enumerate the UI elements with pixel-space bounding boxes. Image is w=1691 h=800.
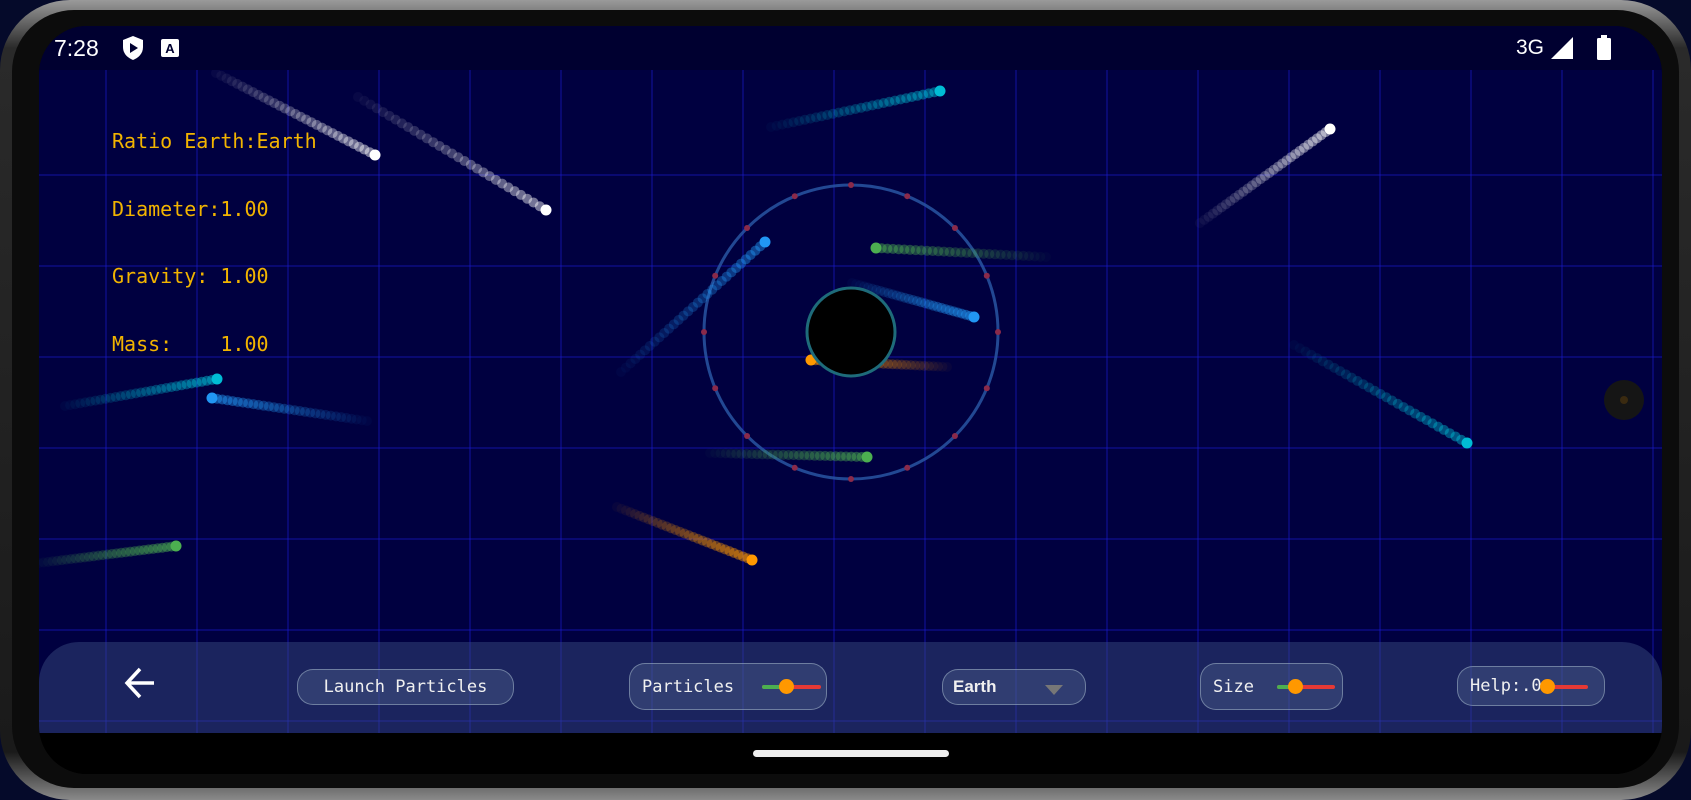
- particles-control: Particles: [629, 663, 827, 710]
- particle: [540, 204, 552, 216]
- orbit-marker: [995, 329, 1001, 335]
- orbit-marker: [983, 272, 990, 279]
- particle: [1324, 123, 1336, 135]
- planet-select[interactable]: Earth: [942, 669, 1086, 705]
- particle: [746, 554, 758, 566]
- info-gravity: Gravity: 1.00: [112, 264, 269, 288]
- help-control: Help:.0: [1457, 666, 1605, 706]
- info-ratio: Ratio Earth:Earth: [112, 129, 317, 153]
- particle: [968, 311, 980, 323]
- arrow-left-icon[interactable]: [123, 666, 157, 700]
- orbit-marker: [744, 432, 751, 439]
- help-label: Help:.0: [1470, 676, 1542, 696]
- screen: Ratio Earth:Earth Diameter:1.00 Gravity:…: [39, 26, 1662, 774]
- battery-icon: [1597, 35, 1611, 60]
- size-control: Size: [1200, 663, 1343, 710]
- particle: [861, 451, 873, 463]
- simulation-canvas[interactable]: Ratio Earth:Earth Diameter:1.00 Gravity:…: [39, 26, 1662, 733]
- orbit-marker: [951, 225, 958, 232]
- orbit-marker: [848, 476, 854, 482]
- particle: [759, 236, 771, 248]
- camera-icon: [1604, 380, 1644, 420]
- info-mass: Mass: 1.00: [112, 331, 269, 356]
- dropdown-arrow-icon: [1045, 685, 1063, 695]
- orbit-marker: [983, 385, 990, 392]
- slider-knob[interactable]: [1540, 679, 1555, 694]
- status-time: 7:28: [54, 35, 99, 61]
- orbit-marker: [848, 182, 854, 188]
- particle: [934, 85, 946, 97]
- planet-select-value: Earth: [953, 677, 997, 696]
- size-label: Size: [1213, 676, 1254, 697]
- launch-particles-button[interactable]: Launch Particles: [297, 669, 514, 705]
- help-slider[interactable]: [1540, 679, 1588, 694]
- planet-info: Ratio Earth:Earth Diameter:1.00 Gravity:…: [112, 85, 317, 400]
- signal-icon: [1551, 37, 1573, 59]
- particles-slider[interactable]: [762, 679, 821, 694]
- orbit-marker: [701, 329, 707, 335]
- font-a-icon: A: [161, 39, 179, 57]
- info-diameter: Diameter:1.00: [112, 196, 269, 221]
- particle: [870, 242, 882, 254]
- orbit-marker: [904, 193, 911, 200]
- slider-knob[interactable]: [779, 679, 794, 694]
- particle: [1461, 437, 1473, 449]
- svg-text:A: A: [165, 41, 175, 56]
- orbit-marker: [791, 464, 798, 471]
- orbit-marker: [712, 272, 719, 279]
- particle: [369, 149, 381, 161]
- bottom-toolbar: Launch Particles Particles Earth Size He…: [39, 642, 1662, 733]
- planet: [805, 286, 897, 378]
- network-type: 3G: [1515, 36, 1544, 59]
- orbit-marker: [904, 464, 911, 471]
- orbit-marker: [951, 432, 958, 439]
- launch-particles-label: Launch Particles: [323, 677, 488, 697]
- home-indicator[interactable]: [753, 750, 949, 757]
- slider-knob[interactable]: [1288, 679, 1303, 694]
- particles-label: Particles: [642, 676, 735, 697]
- orbit-marker: [744, 225, 751, 232]
- status-bar: 7:28 A 3G: [39, 26, 1662, 70]
- orbit-marker: [712, 385, 719, 392]
- shield-play-icon: [123, 36, 143, 60]
- particle: [170, 540, 182, 552]
- orbit-marker: [791, 193, 798, 200]
- size-slider[interactable]: [1277, 679, 1335, 694]
